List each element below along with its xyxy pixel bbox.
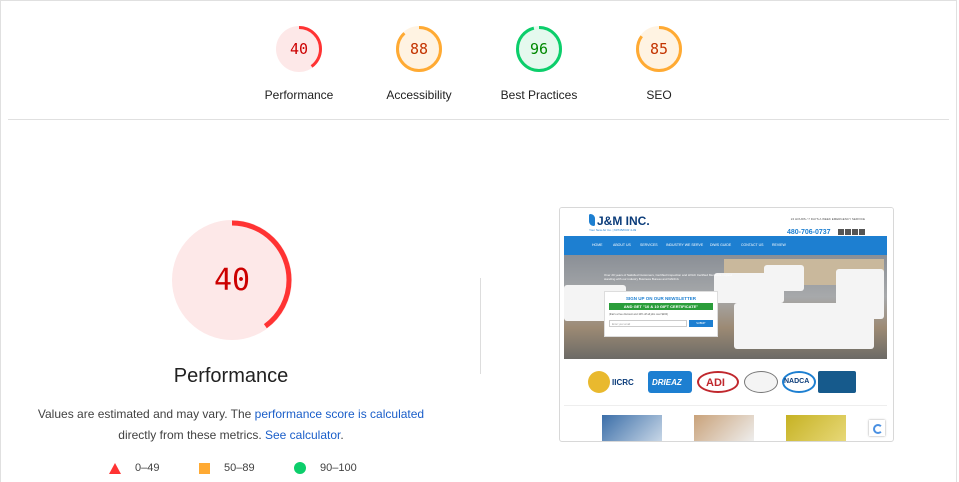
gauge-best-practices[interactable]: 96 Best Practices (479, 24, 599, 102)
final-screenshot[interactable]: J&M INC. Your New Air Co. | 60745/IICR 4… (559, 207, 894, 442)
nav-item: REVIEW (772, 243, 786, 247)
badge-label: ADI (706, 377, 725, 389)
site-tagline: Your New Air Co. | 60745/IICR 4-49 (589, 228, 637, 232)
gauge-label: Accessibility (386, 88, 452, 102)
newsletter-email-field: Enter your email (609, 320, 687, 327)
legend-range: 50–89 (224, 462, 255, 474)
performance-title: Performance (173, 365, 289, 387)
recaptcha-icon (869, 420, 885, 436)
performance-gauge-large: 40 (172, 220, 292, 340)
hero-image: Over 20 years of Satisfied Customers, Ce… (564, 255, 887, 359)
twitter-icon (845, 229, 851, 235)
bbb-badge-icon (818, 371, 856, 393)
facebook-icon (838, 229, 844, 235)
gauge-score: 88 (410, 40, 428, 58)
desc-text: directly from these metrics. (118, 428, 265, 442)
gauge-score: 96 (530, 40, 548, 58)
newsletter-small: (that's a free discount and 10% off all … (609, 313, 668, 316)
certification-badges: IICRC DRIEAZ ADI NADCA (560, 368, 893, 396)
performance-score: 40 (214, 263, 250, 298)
legend-average: 50–89 (199, 462, 255, 474)
hero-text: Over 20 years of Satisfied Customers, Ce… (604, 273, 733, 281)
truck-shape (836, 269, 884, 319)
legend-pass: 90–100 (294, 462, 357, 474)
see-calculator-link[interactable]: See calculator (265, 428, 340, 442)
performance-description: Values are estimated and may vary. The p… (16, 404, 446, 446)
truck-shape (764, 265, 804, 291)
nav-item: CONTACT US (741, 243, 764, 247)
service-thumbnail (694, 415, 754, 441)
newsletter-submit: SUBMIT (689, 320, 713, 327)
orange-square-icon (199, 462, 210, 474)
category-gauges: 40 Performance 88 Accessibility 96 Best … (0, 24, 959, 104)
desc-text: . (340, 428, 344, 442)
gauge-ring: 85 (636, 26, 682, 72)
nav-item: DIWS GUIDE (710, 243, 732, 247)
newsletter-title: SIGN UP ON OUR NEWSLETTER (626, 296, 696, 301)
score-legend: 0–49 50–89 90–100 (0, 462, 462, 480)
vertical-divider (480, 278, 481, 374)
badge-label: DRIEAZ (652, 378, 682, 387)
legend-range: 90–100 (320, 462, 357, 474)
vortex-badge-icon (744, 371, 778, 393)
gauge-ring: 96 (516, 26, 562, 72)
nav-item: ABOUT US (613, 243, 631, 247)
gauge-ring: 40 (276, 26, 322, 72)
nav-item: SERVICES (640, 243, 658, 247)
gauge-label: Best Practices (500, 88, 578, 102)
iicrc-badge-icon (588, 371, 610, 393)
divider (8, 119, 949, 120)
gauge-seo[interactable]: 85 SEO (599, 24, 719, 102)
legend-fail: 0–49 (109, 462, 159, 474)
newsletter-box: SIGN UP ON OUR NEWSLETTER AND GET "10 & … (604, 291, 718, 337)
site-header: J&M INC. Your New Air Co. | 60745/IICR 4… (560, 208, 893, 236)
green-circle-icon (294, 462, 306, 474)
desc-text: Values are estimated and may vary. The (37, 407, 255, 421)
performance-score-link[interactable]: performance score is calculated (255, 407, 424, 421)
logo-icon (589, 214, 595, 226)
legend-range: 0–49 (135, 462, 160, 474)
red-triangle-icon (109, 462, 121, 474)
linkedin-icon (859, 229, 865, 235)
service-thumbnail (786, 415, 846, 441)
gauge-score: 40 (290, 40, 308, 58)
service-thumbnail (602, 415, 662, 441)
nav-item: HOME (592, 243, 603, 247)
gauge-performance[interactable]: 40 Performance (239, 24, 359, 102)
badge-label: NADCA (784, 378, 810, 385)
gauge-ring: 88 (396, 26, 442, 72)
google-plus-icon (852, 229, 858, 235)
site-nav: HOME ABOUT US SERVICES INDUSTRY WE SERVE… (564, 236, 887, 255)
newsletter-offer: AND GET "10 & 10 GIFT CERTIFICATE" (609, 303, 713, 310)
gauge-label: SEO (646, 88, 672, 102)
gauge-score: 85 (650, 40, 668, 58)
gauge-label: Performance (264, 88, 334, 102)
site-phone: 480-706-0737 (786, 229, 831, 236)
nav-item: INDUSTRY WE SERVE (666, 243, 704, 247)
site-logo: J&M INC. (589, 214, 650, 228)
badge-label: IICRC (612, 378, 634, 387)
divider (564, 405, 887, 406)
gauge-accessibility[interactable]: 88 Accessibility (359, 24, 479, 102)
